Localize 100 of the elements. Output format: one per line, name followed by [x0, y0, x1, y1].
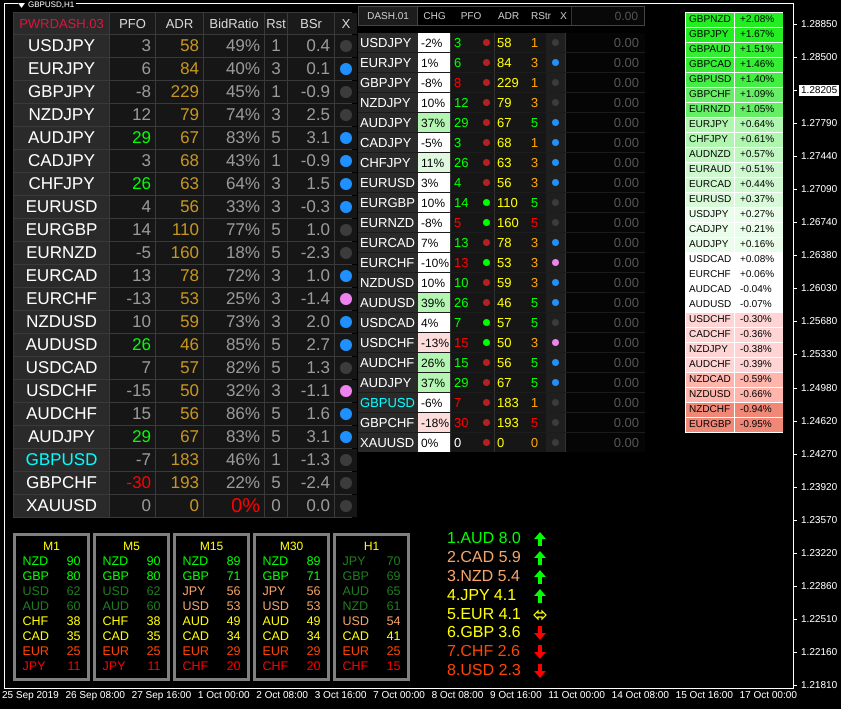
price-label: 1.22510 [801, 614, 838, 626]
time-label: 15 Oct 16:00 [676, 690, 733, 701]
table-cell: 79 [156, 104, 203, 126]
price-label: 1.22860 [801, 581, 838, 592]
table-cell: 78 [494, 233, 523, 252]
table-cell: 1 [523, 33, 546, 52]
currency-label: EUR [262, 644, 289, 659]
table-cell: 4 [454, 175, 462, 190]
table-cell: 29 [454, 115, 468, 130]
table-cell: 5 [265, 403, 287, 425]
symbol-cell: XAUUSD [14, 495, 109, 517]
table-cell: 1 [265, 81, 287, 103]
table-cell: 5 [265, 357, 287, 379]
time-label: 14 Oct 08:00 [612, 690, 669, 701]
table-cell: 63 [494, 153, 523, 172]
currency-label: USD [342, 614, 369, 629]
change-cell: +0.16% [735, 238, 783, 252]
strength-value: 11 [148, 659, 160, 674]
symbol-cell: AUDJPY [358, 373, 418, 392]
strength-value: 71 [306, 569, 320, 584]
table-cell: -1.3 [288, 449, 334, 471]
currency-label: JPY [262, 584, 286, 599]
table-cell: 0.00 [565, 73, 645, 92]
change-cell: -0.30% [735, 313, 783, 327]
change-cell: 0% [418, 433, 450, 452]
table-cell: 12 [110, 104, 155, 126]
currency-label: JPY [102, 659, 126, 674]
change-cell: +0.61% [735, 133, 783, 147]
symbol-cell: EURNZD [14, 242, 109, 264]
pair-cell: NZDCAD [686, 373, 734, 387]
table-cell: 3 [454, 135, 462, 150]
symbol-cell: AUDJPY [14, 127, 109, 149]
symbol-cell: USDCAD [358, 313, 418, 332]
change-cell: 39% [418, 293, 450, 312]
table-cell: 5 [523, 193, 546, 212]
currency-label: CAD [102, 629, 129, 644]
table-cell: 14 [454, 195, 468, 210]
table-cell: 1 [265, 35, 287, 57]
symbol-cell: GBPCHF [358, 413, 418, 432]
change-cell: 37% [418, 373, 450, 392]
currency-label: NZD [342, 599, 368, 614]
change-cell: -10% [418, 253, 450, 272]
strength-value: 35 [66, 629, 80, 644]
table-cell: 2.7 [288, 334, 334, 356]
table-cell: 7 [454, 395, 462, 410]
table-cell: 26 [110, 334, 155, 356]
strength-value: 20 [226, 659, 240, 674]
table-cell: 0.00 [565, 273, 645, 292]
table-cell: 5 [265, 242, 287, 264]
column-header: CHG [422, 10, 447, 24]
currency-label: CHF [22, 614, 48, 629]
currency-label: NZD [262, 554, 288, 569]
table-cell: 0.00 [565, 193, 645, 212]
table-cell: 6 [454, 55, 462, 70]
chart-title: GBPUSD,H1 [28, 0, 74, 10]
table-cell: 5 [265, 426, 287, 448]
table-cell: 0.00 [565, 433, 645, 452]
change-cell: 26% [418, 353, 450, 372]
change-cell: 11% [418, 153, 450, 172]
table-cell: -1.4 [288, 288, 334, 310]
table-cell: 3 [523, 173, 546, 192]
table-cell: 10 [454, 275, 468, 290]
strength-rank: 2.CAD 5.9 [447, 549, 522, 568]
table-cell: 0.00 [565, 393, 645, 412]
strength-value: 25 [386, 644, 400, 659]
table-cell: 63 [156, 173, 203, 195]
strength-rank: 8.USD 2.3 [447, 662, 522, 680]
table-cell: 3 [265, 173, 287, 195]
price-label: 1.24980 [801, 382, 838, 394]
table-cell: 0 [494, 433, 523, 452]
currency-label: USD [102, 584, 129, 599]
time-label: 9 Oct 16:00 [490, 690, 542, 701]
table-cell: 1.5 [288, 173, 334, 195]
table-cell: -15 [110, 380, 155, 402]
currency-label: JPY [182, 584, 206, 599]
currency-label: AUD [102, 599, 129, 614]
symbol-cell: NZDJPY [14, 104, 109, 126]
table-cell: 5 [454, 215, 462, 230]
table-cell: 1 [265, 449, 287, 471]
table-cell: 3 [265, 58, 287, 80]
table-cell: 0 [110, 495, 155, 517]
table-cell: 29 [454, 375, 468, 390]
pair-cell: NZDJPY [686, 343, 734, 357]
table-cell: 84 [156, 58, 203, 80]
strength-value: 38 [66, 614, 80, 629]
table-cell: 5 [523, 113, 546, 132]
change-cell: -0.36% [735, 328, 783, 342]
timeframe-title: H1 [364, 539, 380, 554]
table-cell: 67 [494, 113, 523, 132]
table-cell: 3 [454, 35, 462, 50]
table-cell: 1.0 [288, 219, 334, 241]
symbol-cell: GBPCHF [14, 472, 109, 494]
strength-value: 53 [306, 599, 320, 614]
table-cell: 83% [204, 127, 264, 149]
table-cell: 32% [204, 380, 264, 402]
table-cell: -8 [110, 81, 155, 103]
currency-label: AUD [22, 599, 49, 614]
strength-value: 25 [146, 644, 160, 659]
table-cell: 83% [204, 426, 264, 448]
table-cell: 10 [110, 311, 155, 333]
